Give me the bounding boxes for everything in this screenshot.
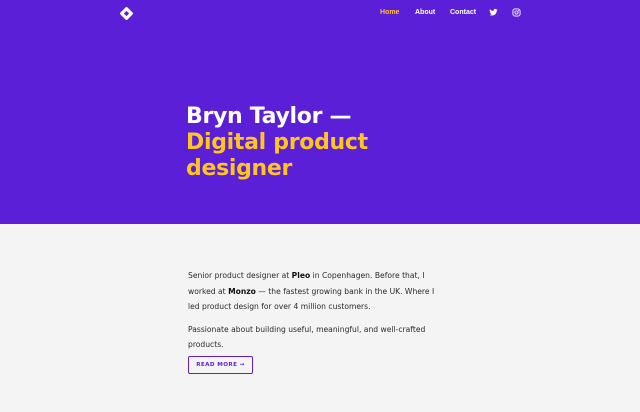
main-nav: Home About Contact: [0, 8, 640, 20]
instagram-icon[interactable]: [512, 8, 521, 17]
read-more-button[interactable]: READ MORE →: [188, 356, 253, 374]
twitter-icon[interactable]: [489, 8, 498, 17]
nav-about-link[interactable]: About: [415, 8, 435, 17]
nav-contact-link[interactable]: Contact: [450, 8, 476, 17]
hero-section: Home About Contact Bryn Taylor — Digital…: [0, 0, 640, 224]
nav-home-link[interactable]: Home: [380, 8, 399, 17]
title-role: Digital product designer: [186, 130, 368, 181]
page-title: Bryn Taylor — Digital product designer: [186, 104, 546, 182]
passion-paragraph: Passionate about building useful, meanin…: [188, 324, 426, 350]
intro-text: Senior product designer at: [188, 271, 292, 280]
pleo-link[interactable]: Pleo: [292, 271, 311, 280]
intro-paragraph: Senior product designer at Pleo in Copen…: [188, 268, 446, 315]
monzo-link[interactable]: Monzo: [228, 287, 256, 296]
intro-section: Senior product designer at Pleo in Copen…: [188, 268, 446, 360]
title-name: Bryn Taylor —: [186, 104, 352, 129]
